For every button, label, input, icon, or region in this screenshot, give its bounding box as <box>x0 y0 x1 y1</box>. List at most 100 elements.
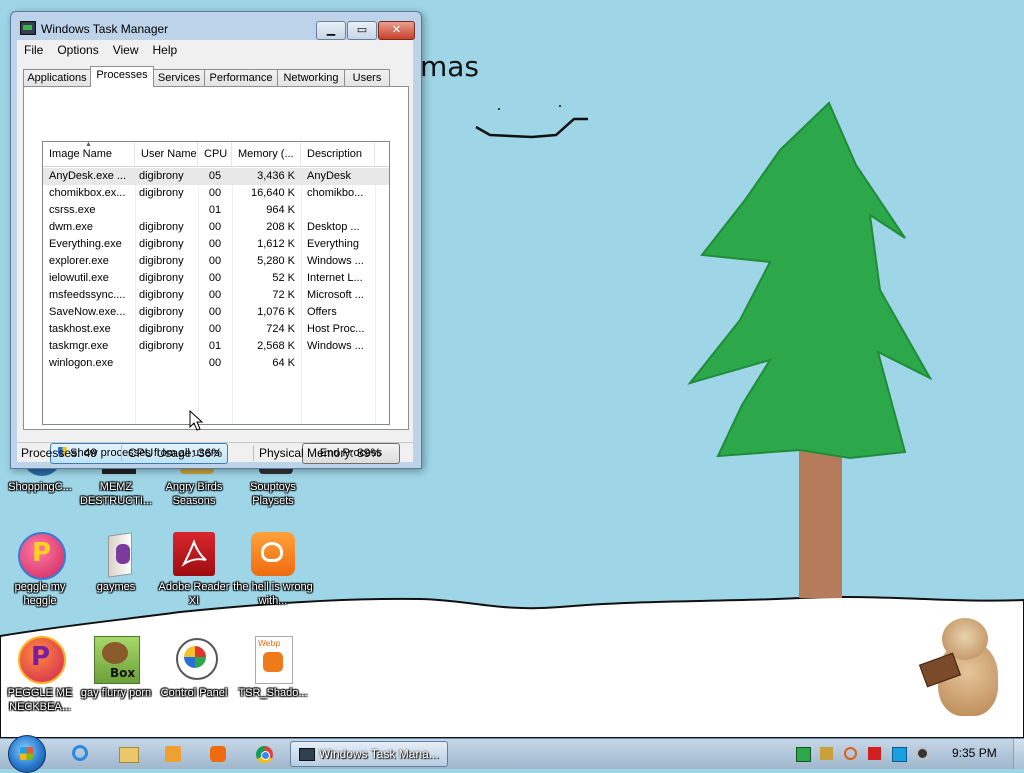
box-icon: Box <box>92 636 140 684</box>
desktop-icon-adobe-reader[interactable]: Adobe Reader XI <box>154 530 234 608</box>
process-list[interactable]: ▲ Image Name User Name CPU Memory (... D… <box>42 141 390 425</box>
cell-mem: 2,568 K <box>257 340 295 352</box>
cell-cpu: 00 <box>208 323 222 335</box>
taskbar-task-manager[interactable]: Windows Task Mana... <box>290 741 448 767</box>
taskbar-clock[interactable]: 9:35 PM <box>952 746 997 760</box>
tab-services[interactable]: Services <box>153 69 205 86</box>
desktop-icon-box[interactable]: Box gay flurry porn <box>76 636 156 700</box>
cell-mem: 724 K <box>266 323 295 335</box>
cell-cpu: 00 <box>208 221 222 233</box>
action-center-flag-icon[interactable] <box>868 747 881 760</box>
table-row[interactable]: taskmgr.exe digibrony 01 2,568 K Windows ... <box>43 338 389 355</box>
menu-file[interactable]: File <box>17 40 50 60</box>
desktop-icon-gaymes[interactable]: gaymes <box>76 530 156 594</box>
cell-cpu: 01 <box>208 340 222 352</box>
desktop-icon-label: ShoppingC... <box>8 481 72 493</box>
hamster-gadget[interactable] <box>912 614 1008 720</box>
column-user-name[interactable]: User Name <box>135 142 198 166</box>
pinned-explorer[interactable] <box>110 742 146 766</box>
cell-cpu: 00 <box>208 306 222 318</box>
desktop-icon-tsr-shadow[interactable]: Webp TSR_Shado... <box>233 636 313 700</box>
pinned-internet-explorer[interactable] <box>62 742 98 766</box>
cell-image: explorer.exe <box>49 255 109 267</box>
close-icon: ✕ <box>391 23 402 36</box>
status-divider <box>253 445 254 461</box>
tab-performance[interactable]: Performance <box>204 69 278 86</box>
cell-user: digibrony <box>139 221 184 233</box>
tab-users[interactable]: Users <box>344 69 390 86</box>
table-row[interactable]: dwm.exe digibrony 00 208 K Desktop ... <box>43 219 389 236</box>
minimize-icon: ▁ <box>326 23 336 36</box>
task-manager-icon <box>299 748 315 761</box>
pinned-uc-browser[interactable] <box>200 742 236 766</box>
minimize-button[interactable]: ▁ <box>316 21 346 40</box>
tab-processes[interactable]: Processes <box>90 66 154 87</box>
cell-image: ielowutil.exe <box>49 272 109 284</box>
table-row[interactable]: ielowutil.exe digibrony 00 52 K Internet L..… <box>43 270 389 287</box>
cell-image: winlogon.exe <box>49 357 114 369</box>
table-row[interactable]: Everything.exe digibrony 00 1,612 K Everythi… <box>43 236 389 253</box>
start-button[interactable] <box>8 735 46 773</box>
cell-desc <box>307 202 375 219</box>
volume-icon[interactable] <box>916 747 929 760</box>
column-label: Image Name <box>49 148 112 160</box>
table-row[interactable]: msfeedssync.... digibrony 00 72 K Microsoft … <box>43 287 389 304</box>
cell-user: digibrony <box>139 170 184 182</box>
cell-desc: Microsoft ... <box>307 289 364 301</box>
title-bar[interactable]: Windows Task Manager ▁ ▭ ✕ <box>11 12 421 40</box>
cell-image: csrss.exe <box>49 204 96 216</box>
cell-mem: 1,076 K <box>257 306 295 318</box>
cell-user <box>139 202 197 219</box>
desktop-icon-label: gaymes <box>96 581 136 593</box>
media-player-icon <box>165 746 181 762</box>
menu-options[interactable]: Options <box>50 40 105 60</box>
column-image-name[interactable]: ▲ Image Name <box>43 142 135 166</box>
menu-bar: File Options View Help <box>17 40 413 60</box>
control-panel-icon <box>170 636 218 684</box>
table-row[interactable]: SaveNow.exe... digibrony 00 1,076 K Offers <box>43 304 389 321</box>
maximize-button[interactable]: ▭ <box>347 21 377 40</box>
status-cpu: CPU Usage: 36% <box>128 446 223 460</box>
desktop-icon-peggle-neckbeard[interactable]: P PEGGLE ME NECKBEA... <box>0 636 80 714</box>
window-client-area: File Options View Help Applications Proc… <box>17 40 413 464</box>
webp-file-icon: Webp <box>249 636 297 684</box>
menu-view[interactable]: View <box>106 40 146 60</box>
tab-applications[interactable]: Applications <box>23 69 91 86</box>
tray-game-icon[interactable] <box>820 747 833 760</box>
status-processes: Processes: 49 <box>21 446 98 460</box>
tray-search-icon[interactable] <box>844 747 857 760</box>
pinned-chrome[interactable] <box>246 742 282 766</box>
cell-user: digibrony <box>139 255 184 267</box>
cell-user: digibrony <box>139 272 184 284</box>
table-row[interactable]: csrss.exe 01 964 K <box>43 202 389 219</box>
menu-help[interactable]: Help <box>146 40 185 60</box>
status-bar: Processes: 49 CPU Usage: 36% Physical Me… <box>17 442 413 463</box>
cell-mem: 52 K <box>272 272 295 284</box>
table-row[interactable]: chomikbox.ex... digibrony 00 16,640 K chomik… <box>43 185 389 202</box>
cell-image: Everything.exe <box>49 238 122 250</box>
column-cpu[interactable]: CPU <box>198 142 232 166</box>
table-row[interactable]: winlogon.exe 00 64 K <box>43 355 389 372</box>
column-memory[interactable]: Memory (... <box>232 142 301 166</box>
desktop-icon-peggle[interactable]: P peggle my heggle <box>0 530 80 608</box>
task-manager-window[interactable]: Windows Task Manager ▁ ▭ ✕ File Options … <box>10 11 422 469</box>
window-title: Windows Task Manager <box>41 22 169 36</box>
network-icon[interactable] <box>892 747 907 762</box>
wallpaper-text: mas <box>420 50 480 83</box>
show-desktop-button[interactable] <box>1013 739 1024 769</box>
pinned-media-player[interactable] <box>155 742 191 766</box>
column-description[interactable]: Description <box>301 142 375 166</box>
desktop-icon-uc-browser[interactable]: the hell is wrong with... <box>233 530 313 608</box>
table-row[interactable]: AnyDesk.exe ... digibrony 05 3,436 K AnyDesk <box>43 168 389 185</box>
table-row[interactable]: explorer.exe digibrony 00 5,280 K Windows ..… <box>43 253 389 270</box>
close-button[interactable]: ✕ <box>378 21 415 40</box>
cell-mem: 5,280 K <box>257 255 295 267</box>
desktop-icon-label: Angry Birds Seasons <box>165 481 223 507</box>
desktop-icon-label: the hell is wrong with... <box>233 581 313 607</box>
status-divider <box>121 445 122 461</box>
tray-green-icon[interactable] <box>796 747 811 762</box>
tab-networking[interactable]: Networking <box>277 69 345 86</box>
cell-desc: AnyDesk <box>307 170 352 182</box>
table-row[interactable]: taskhost.exe digibrony 00 724 K Host Proc... <box>43 321 389 338</box>
desktop-icon-control-panel[interactable]: Control Panel <box>154 636 234 700</box>
